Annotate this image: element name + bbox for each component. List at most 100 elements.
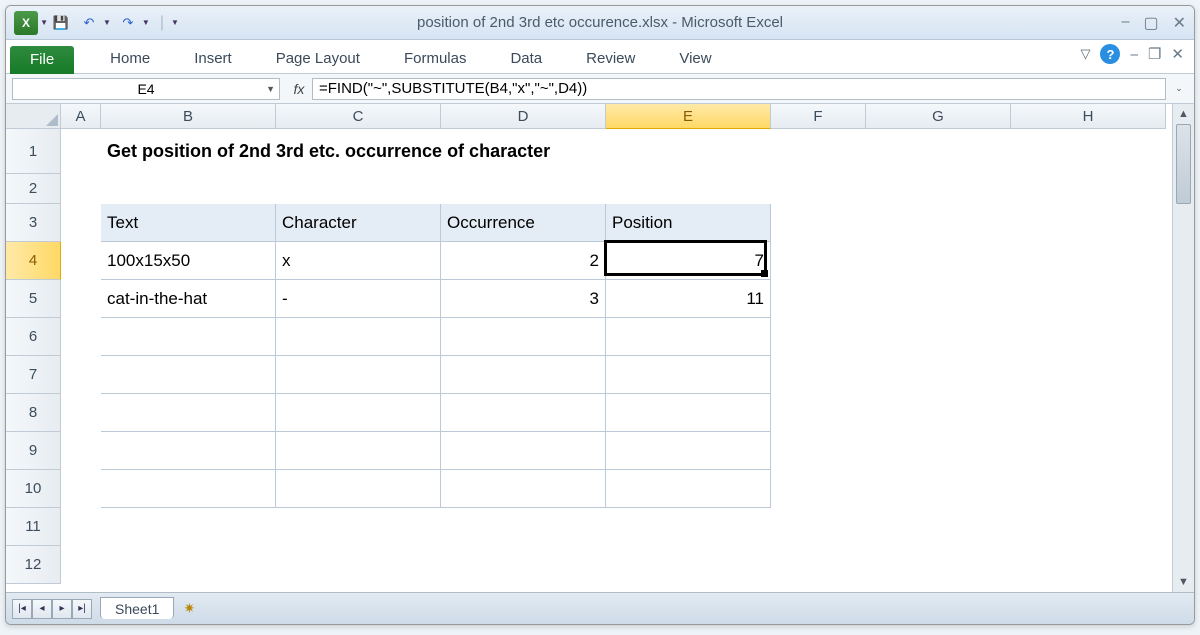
namebox-dropdown-icon[interactable]: ▼ bbox=[266, 84, 275, 94]
tab-data[interactable]: Data bbox=[488, 44, 564, 73]
cell-D4[interactable]: 2 bbox=[441, 242, 606, 280]
cell-A3[interactable] bbox=[61, 204, 101, 242]
cell-B2[interactable] bbox=[101, 174, 276, 204]
cell-F5[interactable] bbox=[771, 280, 866, 318]
cell-F9[interactable] bbox=[771, 432, 866, 470]
cell-B3[interactable]: Text bbox=[101, 204, 276, 242]
cell-E9[interactable] bbox=[606, 432, 771, 470]
tab-view[interactable]: View bbox=[657, 44, 733, 73]
excel-logo[interactable]: X ▼ bbox=[14, 11, 38, 35]
cell-G4[interactable] bbox=[866, 242, 1011, 280]
cell-E5[interactable]: 11 bbox=[606, 280, 771, 318]
cell-H12[interactable] bbox=[1011, 546, 1166, 584]
cell-C7[interactable] bbox=[276, 356, 441, 394]
cell-F11[interactable] bbox=[771, 508, 866, 546]
cell-A11[interactable] bbox=[61, 508, 101, 546]
cell-B12[interactable] bbox=[101, 546, 276, 584]
cell-C4[interactable]: x bbox=[276, 242, 441, 280]
new-sheet-icon[interactable]: ✷ bbox=[178, 600, 200, 618]
close-icon[interactable]: ✕ bbox=[1173, 13, 1186, 33]
col-header-D[interactable]: D bbox=[441, 104, 606, 129]
cell-D10[interactable] bbox=[441, 470, 606, 508]
cell-E8[interactable] bbox=[606, 394, 771, 432]
cell-D12[interactable] bbox=[441, 546, 606, 584]
cell-A5[interactable] bbox=[61, 280, 101, 318]
scroll-up-icon[interactable]: ▲ bbox=[1173, 104, 1194, 124]
cell-G1[interactable] bbox=[866, 129, 1011, 174]
row-header-10[interactable]: 10 bbox=[6, 470, 61, 508]
formula-input[interactable]: =FIND("~",SUBSTITUTE(B4,"x","~",D4)) bbox=[312, 78, 1166, 100]
cell-D2[interactable] bbox=[441, 174, 606, 204]
cell-E11[interactable] bbox=[606, 508, 771, 546]
cell-H4[interactable] bbox=[1011, 242, 1166, 280]
sheet-last-icon[interactable]: ▸| bbox=[72, 599, 92, 619]
qat-customize-icon[interactable]: ▼ bbox=[171, 18, 179, 27]
cell-G5[interactable] bbox=[866, 280, 1011, 318]
sheet-next-icon[interactable]: ▸ bbox=[52, 599, 72, 619]
cell-F4[interactable] bbox=[771, 242, 866, 280]
cell-A9[interactable] bbox=[61, 432, 101, 470]
redo-dropdown-icon[interactable]: ▼ bbox=[142, 18, 150, 27]
cell-E4[interactable]: 7 bbox=[606, 242, 771, 280]
cell-F6[interactable] bbox=[771, 318, 866, 356]
sheet-first-icon[interactable]: |◂ bbox=[12, 599, 32, 619]
cell-E12[interactable] bbox=[606, 546, 771, 584]
sheet-prev-icon[interactable]: ◂ bbox=[32, 599, 52, 619]
cell-G11[interactable] bbox=[866, 508, 1011, 546]
row-header-11[interactable]: 11 bbox=[6, 508, 61, 546]
cell-G7[interactable] bbox=[866, 356, 1011, 394]
cell-B8[interactable] bbox=[101, 394, 276, 432]
col-header-F[interactable]: F bbox=[771, 104, 866, 129]
cell-D9[interactable] bbox=[441, 432, 606, 470]
cell-G12[interactable] bbox=[866, 546, 1011, 584]
cell-E6[interactable] bbox=[606, 318, 771, 356]
cell-A1[interactable] bbox=[61, 129, 101, 174]
workbook-close-icon[interactable]: ✕ bbox=[1171, 45, 1184, 63]
col-header-B[interactable]: B bbox=[101, 104, 276, 129]
cell-F3[interactable] bbox=[771, 204, 866, 242]
cell-B6[interactable] bbox=[101, 318, 276, 356]
cell-E1[interactable] bbox=[606, 129, 771, 174]
row-header-7[interactable]: 7 bbox=[6, 356, 61, 394]
cell-E10[interactable] bbox=[606, 470, 771, 508]
cell-C2[interactable] bbox=[276, 174, 441, 204]
row-header-2[interactable]: 2 bbox=[6, 174, 61, 204]
cell-H1[interactable] bbox=[1011, 129, 1166, 174]
ribbon-minimize-icon[interactable]: ▽ bbox=[1080, 46, 1090, 62]
workbook-minimize-icon[interactable]: ⎯ bbox=[1130, 46, 1138, 63]
cell-C6[interactable] bbox=[276, 318, 441, 356]
cell-H8[interactable] bbox=[1011, 394, 1166, 432]
cell-A12[interactable] bbox=[61, 546, 101, 584]
row-header-5[interactable]: 5 bbox=[6, 280, 61, 318]
cell-C3[interactable]: Character bbox=[276, 204, 441, 242]
cell-A10[interactable] bbox=[61, 470, 101, 508]
cell-D8[interactable] bbox=[441, 394, 606, 432]
tab-home[interactable]: Home bbox=[88, 44, 172, 73]
cell-B10[interactable] bbox=[101, 470, 276, 508]
help-icon[interactable]: ? bbox=[1100, 44, 1120, 64]
undo-dropdown-icon[interactable]: ▼ bbox=[103, 18, 111, 27]
save-icon[interactable]: 💾 bbox=[50, 12, 72, 34]
cell-C8[interactable] bbox=[276, 394, 441, 432]
cell-C5[interactable]: - bbox=[276, 280, 441, 318]
chevron-down-icon[interactable]: ▼ bbox=[40, 18, 48, 27]
cell-G6[interactable] bbox=[866, 318, 1011, 356]
cell-B5[interactable]: cat-in-the-hat bbox=[101, 280, 276, 318]
cell-F10[interactable] bbox=[771, 470, 866, 508]
cell-C11[interactable] bbox=[276, 508, 441, 546]
row-header-8[interactable]: 8 bbox=[6, 394, 61, 432]
cell-B11[interactable] bbox=[101, 508, 276, 546]
maximize-icon[interactable]: ▢ bbox=[1143, 13, 1158, 33]
cell-H5[interactable] bbox=[1011, 280, 1166, 318]
minimize-icon[interactable]: ⎯ bbox=[1121, 13, 1129, 33]
cell-B7[interactable] bbox=[101, 356, 276, 394]
col-header-C[interactable]: C bbox=[276, 104, 441, 129]
cell-H9[interactable] bbox=[1011, 432, 1166, 470]
cell-C9[interactable] bbox=[276, 432, 441, 470]
cell-B9[interactable] bbox=[101, 432, 276, 470]
cell-G10[interactable] bbox=[866, 470, 1011, 508]
cell-B4[interactable]: 100x15x50 bbox=[101, 242, 276, 280]
cell-C12[interactable] bbox=[276, 546, 441, 584]
cell-area[interactable]: Get position of 2nd 3rd etc. occurrence … bbox=[61, 129, 1172, 592]
cell-D6[interactable] bbox=[441, 318, 606, 356]
